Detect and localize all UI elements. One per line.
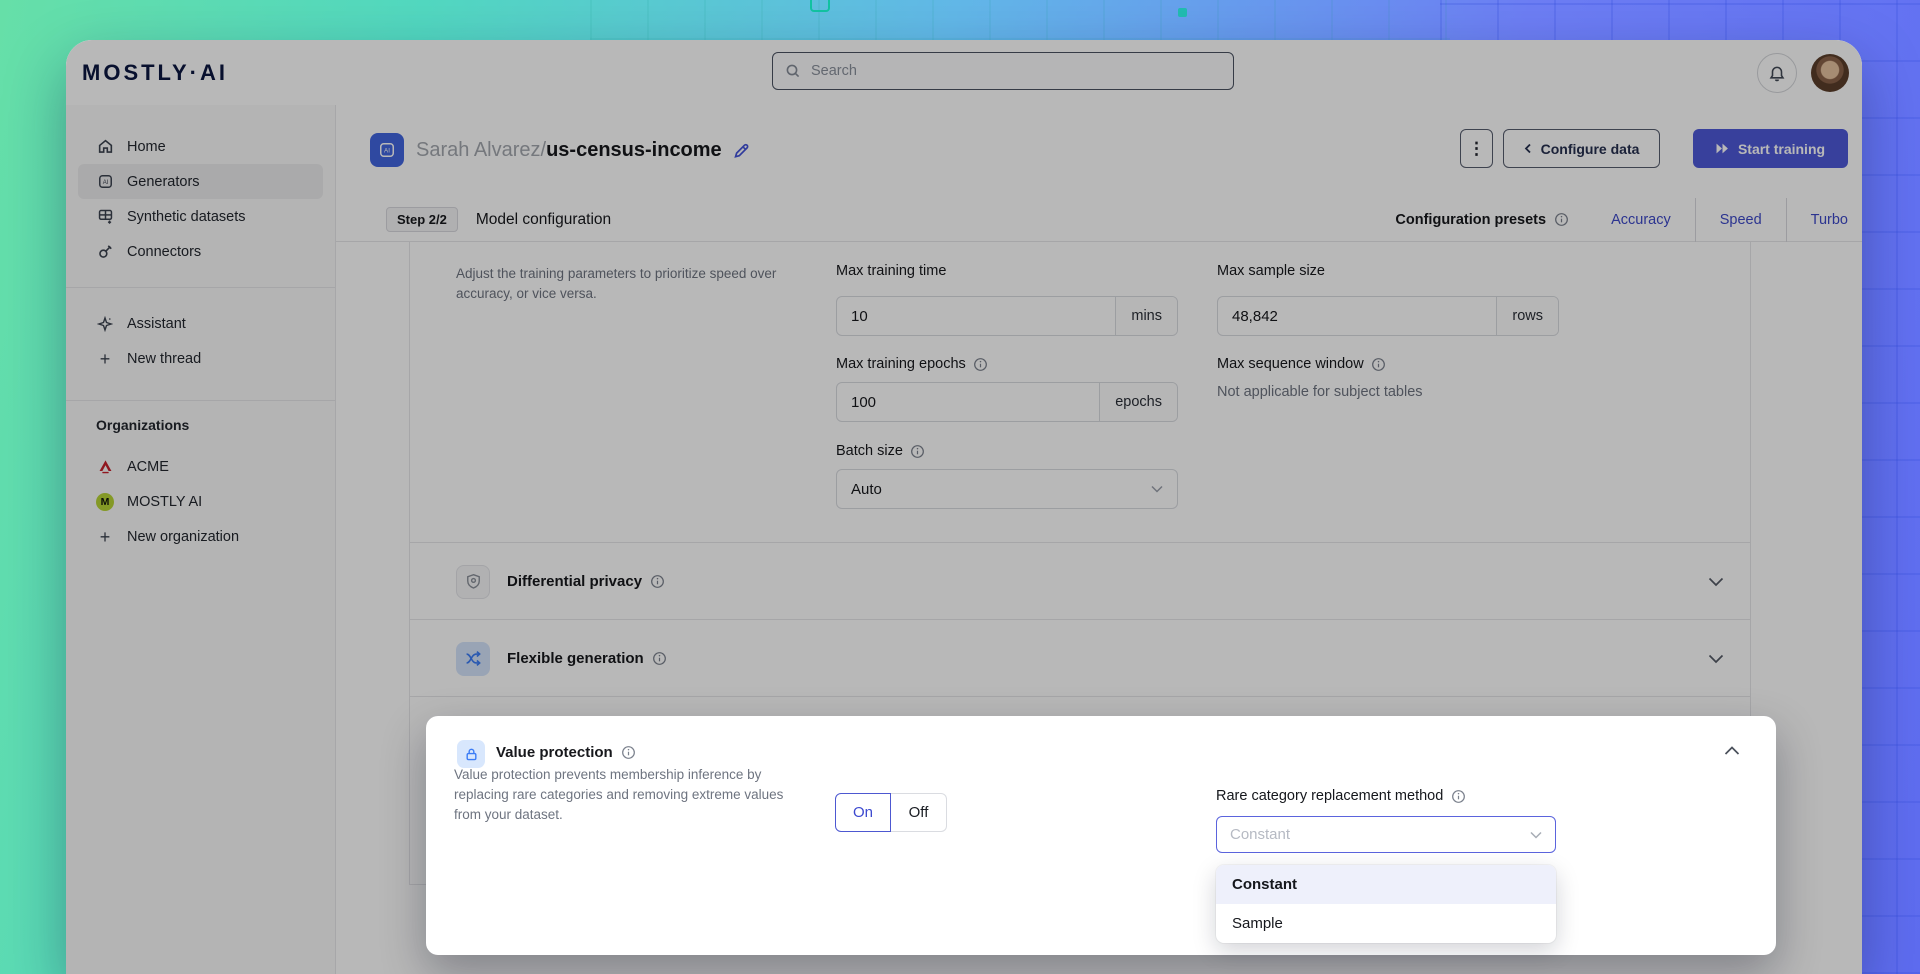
- desktop-background: MOSTLY·AI Search Home AI Generators: [0, 0, 1920, 974]
- decor-dot: [1178, 8, 1187, 17]
- lock-icon: [457, 740, 485, 768]
- dropdown-option-sample[interactable]: Sample: [1216, 904, 1556, 943]
- chevron-up-icon[interactable]: [1724, 746, 1740, 756]
- info-icon[interactable]: [1451, 789, 1466, 804]
- toggle-off-button[interactable]: Off: [891, 793, 947, 832]
- chevron-down-icon: [1530, 831, 1542, 839]
- info-icon[interactable]: [621, 745, 636, 760]
- decor-square: [810, 0, 830, 12]
- value-protection-panel: Value protection Value protection preven…: [426, 716, 1776, 955]
- rare-category-dropdown-menu: Constant Sample: [1216, 865, 1556, 943]
- rare-category-replacement-label: Rare category replacement method: [1216, 788, 1466, 804]
- value-protection-description: Value protection prevents membership inf…: [454, 765, 806, 825]
- background-grid-pattern-top: [590, 0, 1450, 40]
- select-placeholder: Constant: [1230, 826, 1290, 843]
- value-protection-toggle: On Off: [835, 793, 947, 832]
- rare-category-replacement-select[interactable]: Constant: [1216, 816, 1556, 853]
- app-window: MOSTLY·AI Search Home AI Generators: [66, 40, 1862, 974]
- dropdown-option-constant[interactable]: Constant: [1216, 865, 1556, 904]
- toggle-on-button[interactable]: On: [835, 793, 891, 832]
- value-protection-title: Value protection: [496, 744, 636, 761]
